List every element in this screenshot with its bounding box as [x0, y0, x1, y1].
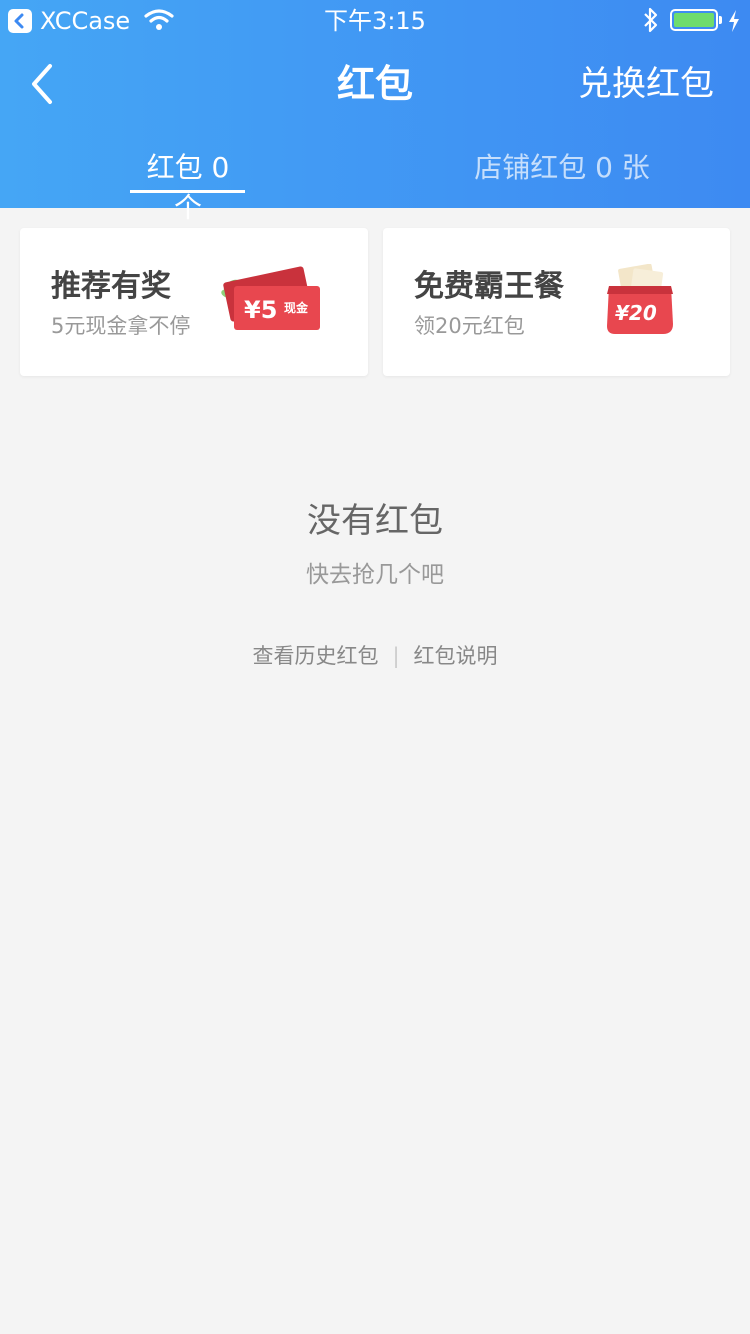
link-separator: | — [392, 644, 400, 668]
promo-title: 免费霸王餐 — [414, 269, 564, 304]
active-tab-indicator — [130, 190, 245, 193]
coupon-label: 现金 — [284, 300, 309, 315]
tab-store-red-packets[interactable]: 店铺红包 0 张 — [470, 148, 654, 188]
promo-title: 推荐有奖 — [51, 269, 171, 304]
charging-icon — [727, 9, 741, 37]
status-bar: XCCase 下午3:15 — [0, 0, 750, 40]
battery-icon — [670, 9, 718, 31]
promo-card-free-meal[interactable]: 免费霸王餐 领20元红包 ¥20 — [383, 228, 730, 376]
envelope-amount: ¥20 — [615, 301, 657, 325]
red-packet-info-link[interactable]: 红包说明 — [414, 644, 498, 668]
footer-links: 查看历史红包 | 红包说明 — [0, 642, 750, 670]
header: XCCase 下午3:15 红包 兑换红包 红包 0 个 店铺红包 0 张 — [0, 0, 750, 224]
tab-red-packets[interactable]: 红包 0 个 — [130, 148, 246, 228]
promo-subtitle: 5元现金拿不停 — [51, 314, 191, 338]
promo-card-referral[interactable]: 推荐有奖 5元现金拿不停 ¥5 现金 — [20, 228, 368, 376]
battery-cap — [719, 16, 722, 24]
red-envelope-icon: ¥20 — [607, 264, 673, 334]
promo-subtitle: 领20元红包 — [414, 314, 525, 338]
battery-level — [674, 13, 714, 27]
empty-state-subtitle: 快去抢几个吧 — [306, 562, 444, 588]
view-history-link[interactable]: 查看历史红包 — [252, 644, 378, 668]
bluetooth-icon — [642, 7, 660, 37]
cash-coupon-icon: ¥5 现金 — [221, 266, 320, 330]
redeem-red-packet-button[interactable]: 兑换红包 — [578, 62, 714, 106]
empty-state-title: 没有红包 — [307, 501, 443, 541]
coupon-amount: ¥5 — [244, 296, 277, 324]
status-time: 下午3:15 — [324, 7, 426, 35]
